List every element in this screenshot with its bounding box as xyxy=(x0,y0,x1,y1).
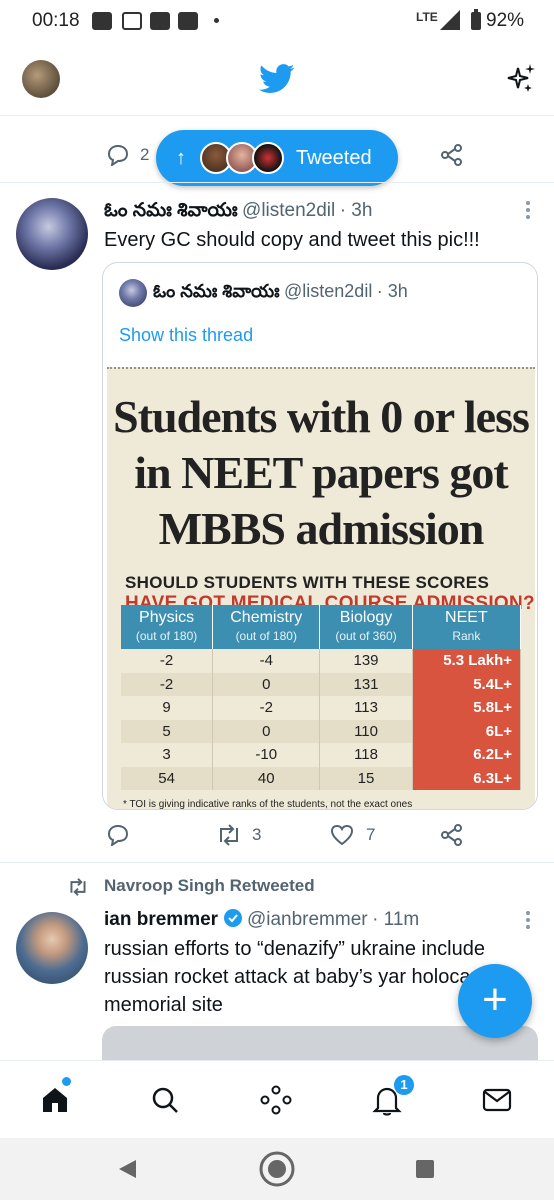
retweet-count: 3 xyxy=(252,825,262,844)
clipping-subheading: SHOULD STUDENTS WITH THESE SCORES xyxy=(125,573,490,592)
retweet-action[interactable]: 3 xyxy=(216,824,261,846)
sparkle-icon[interactable] xyxy=(504,62,538,96)
reply-icon[interactable] xyxy=(106,144,130,166)
compose-tweet-button[interactable]: + xyxy=(458,964,532,1038)
recents-icon[interactable] xyxy=(414,1158,436,1180)
quoted-author-handle: @listen2dil xyxy=(284,281,373,301)
retweet-icon xyxy=(220,824,238,846)
home-button-icon[interactable] xyxy=(258,1150,296,1188)
tweet-author-name[interactable]: ian bremmer xyxy=(104,909,218,930)
status-time: 00:18 xyxy=(32,10,80,31)
home-icon[interactable] xyxy=(40,1085,70,1115)
quoted-tweet-card[interactable]: ఓం నమః శివాయః @listen2dil · 3h Show this… xyxy=(102,262,538,810)
table-row: 54 40 15 6.3L+ xyxy=(121,766,522,790)
divider xyxy=(0,182,554,183)
newspaper-clipping-image[interactable]: Students with 0 or less in NEET papers g… xyxy=(107,367,535,810)
heart-icon xyxy=(330,824,354,846)
signal-icon xyxy=(440,10,460,30)
table-row: -2 0 131 5.4L+ xyxy=(121,672,522,696)
profile-avatar[interactable] xyxy=(22,60,60,98)
tweet-author-avatar[interactable] xyxy=(16,198,88,270)
battery-percent: 92% xyxy=(486,10,525,31)
column-header: Physics (out of 180) xyxy=(121,605,214,649)
bottom-tab-bar: 1 xyxy=(0,1060,554,1138)
messages-icon[interactable] xyxy=(482,1087,512,1113)
quoted-time: · 3h xyxy=(376,281,408,301)
divider xyxy=(0,862,554,863)
retweeted-icon xyxy=(70,878,86,896)
reply-count: 2 xyxy=(140,145,150,164)
like-count: 7 xyxy=(366,825,376,844)
more-dot-icon xyxy=(214,18,219,23)
share-icon[interactable] xyxy=(440,824,464,846)
quoted-header: ఓం నమః శివాయః @listen2dil · 3h xyxy=(153,281,408,306)
arrow-up-icon: ↑ xyxy=(176,146,186,169)
clipping-footnote: * TOI is giving indicative ranks of the … xyxy=(123,799,413,810)
tweet-author-handle: @listen2dil xyxy=(242,200,336,221)
table-row: 3 -10 118 6.2L+ xyxy=(121,743,522,767)
youtube-icon xyxy=(178,12,198,30)
app-notification-icon xyxy=(92,12,112,30)
app-notification-icon xyxy=(122,12,142,30)
home-unread-dot xyxy=(62,1077,71,1086)
tweet-author-name[interactable]: ఓం నమః శివాయః xyxy=(104,200,238,221)
quoted-author-avatar xyxy=(119,279,147,307)
battery-icon xyxy=(471,9,481,30)
system-nav-bar xyxy=(0,1138,554,1200)
share-icon[interactable] xyxy=(440,144,464,166)
search-icon[interactable] xyxy=(150,1085,180,1115)
twitter-bird-icon[interactable] xyxy=(259,64,295,94)
tweet-text: Every GC should copy and tweet this pic!… xyxy=(104,229,480,251)
toast-label: Tweeted xyxy=(296,146,372,169)
toast-avatar xyxy=(252,142,284,174)
column-header: NEET Rank xyxy=(412,605,522,649)
top-header xyxy=(0,44,554,116)
tweet-author-handle: @ianbremmer xyxy=(246,909,368,930)
table-row: 5 0 110 6L+ xyxy=(121,719,522,743)
show-thread-link[interactable]: Show this thread xyxy=(119,325,253,346)
retweeted-by-label[interactable]: Navroop Singh Retweeted xyxy=(104,876,315,896)
tweet-author-avatar[interactable] xyxy=(16,912,88,984)
notifications-badge: 1 xyxy=(394,1075,414,1095)
tweet-header: ఓం నమః శివాయః @listen2dil · 3h xyxy=(104,200,372,226)
tweeted-toast[interactable]: ↑ Tweeted xyxy=(156,130,398,186)
table-row: -2 -4 139 5.3 Lakh+ xyxy=(121,649,522,673)
more-options-icon[interactable] xyxy=(524,200,532,220)
back-icon[interactable] xyxy=(116,1158,138,1180)
tweet-time: · 11m xyxy=(372,909,420,930)
table-row: 9 -2 113 5.8L+ xyxy=(121,696,522,720)
quoted-author-name: ఓం నమః శివాయః xyxy=(153,281,280,301)
tweet-time: · 3h xyxy=(339,200,373,221)
column-header: Chemistry (out of 180) xyxy=(212,605,321,649)
more-options-icon[interactable] xyxy=(524,910,532,930)
reply-icon[interactable] xyxy=(106,824,130,846)
scores-table: Physics (out of 180) Chemistry (out of 180… xyxy=(121,605,522,790)
prev-tweet-actions: 2 xyxy=(106,144,149,166)
clipping-headline: Students with 0 or less in NEET papers g… xyxy=(113,391,530,554)
youtube-icon xyxy=(150,12,170,30)
like-action[interactable]: 7 xyxy=(330,824,375,846)
tweet-header: ian bremmer @ianbremmer · 11m xyxy=(104,908,419,931)
status-bar: 00:18 LTE 92% xyxy=(0,0,554,44)
verified-badge-icon xyxy=(223,909,242,927)
network-label: LTE xyxy=(416,10,438,24)
spaces-icon[interactable] xyxy=(260,1085,292,1115)
column-header: Biology (out of 360) xyxy=(319,605,413,649)
